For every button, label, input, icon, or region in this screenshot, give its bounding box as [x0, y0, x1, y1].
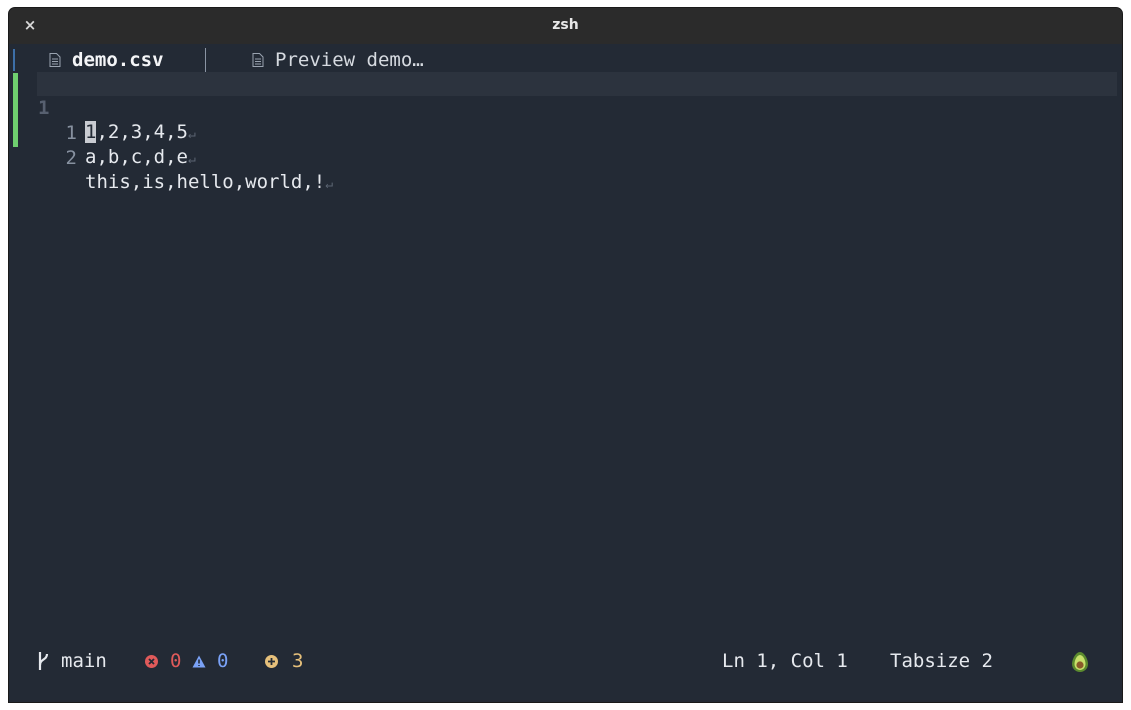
active-tab-indicator [13, 49, 15, 71]
file-icon [49, 53, 61, 67]
tab-bar: demo.csv Preview demo… [9, 46, 1122, 72]
eol-marker: ↵ [187, 152, 196, 167]
tab-label: Preview demo… [275, 49, 424, 71]
window-title: zsh [552, 17, 579, 33]
git-branch-icon [38, 652, 49, 670]
editor[interactable]: demo.csv Preview demo… 1 1,2,3,4,5↵ 1 a,… [9, 44, 1122, 640]
error-count[interactable]: 0 [170, 649, 181, 673]
avocado-icon [1072, 652, 1088, 672]
editor-line[interactable]: 1 a,b,c,d,e↵ [37, 97, 196, 168]
error-icon [145, 655, 158, 668]
warning-icon [192, 655, 206, 668]
line-number: 2 [65, 147, 77, 169]
eol-marker: ↵ [325, 177, 334, 192]
cursor-position[interactable]: Ln 1, Col 1 [722, 649, 848, 673]
terminal-bottom-area [9, 680, 1122, 702]
editor-line[interactable]: 2 this,is,hello,world,!↵ [37, 122, 334, 193]
terminal-window: × zsh demo.csv Preview demo… 1 1,2,3,4,5… [9, 8, 1122, 702]
editor-line-current[interactable]: 1 1,2,3,4,5↵ [37, 72, 1117, 143]
tab-separator [205, 48, 206, 72]
line-text: this,is,hello,world,!↵ [85, 171, 334, 193]
tab-size[interactable]: Tabsize 2 [890, 649, 993, 673]
warning-count[interactable]: 0 [217, 649, 228, 673]
hint-icon [265, 655, 278, 668]
hint-count[interactable]: 3 [292, 649, 303, 673]
status-bar: main 0 0 3 Ln 1, Col 1 Tabsize 2 [9, 646, 1122, 674]
git-added-gutter-mark [13, 73, 18, 147]
tab-demo-csv[interactable]: demo.csv [49, 48, 164, 72]
eol-marker: ↵ [187, 127, 196, 142]
tab-preview[interactable]: Preview demo… [252, 48, 424, 72]
tab-label: demo.csv [72, 49, 164, 71]
file-icon [252, 53, 264, 67]
git-branch-name[interactable]: main [61, 649, 107, 673]
title-bar: × zsh [9, 8, 1122, 44]
